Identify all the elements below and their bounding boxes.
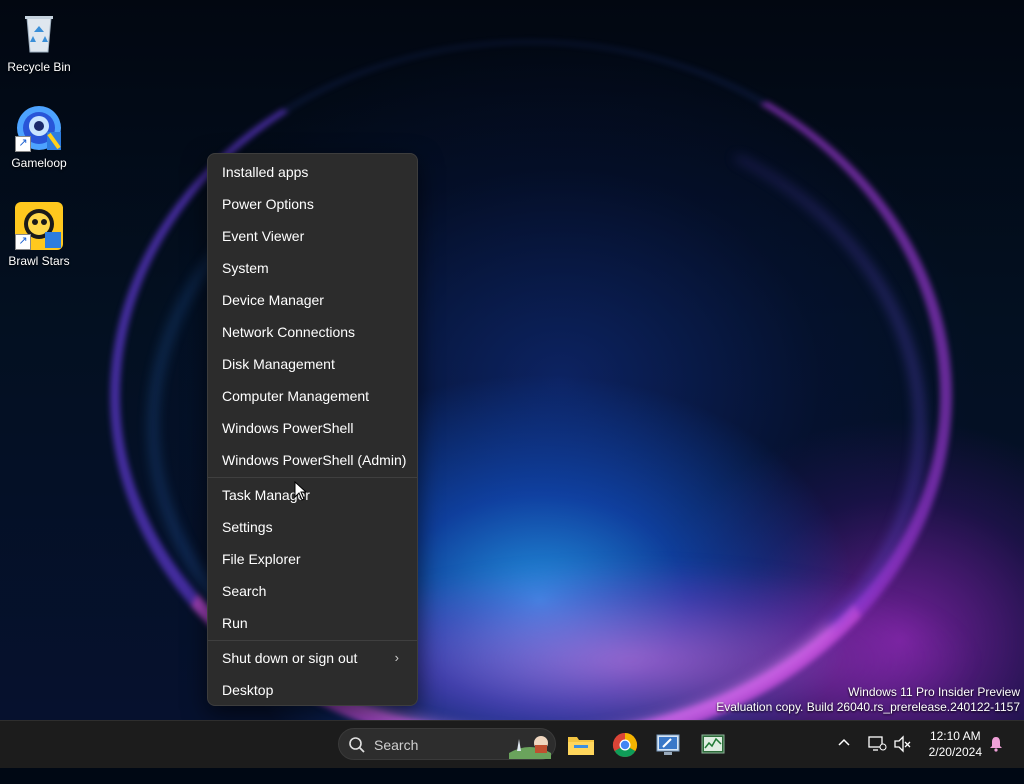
menu-item-run[interactable]: Run — [212, 608, 413, 638]
desktop-icon-label: Gameloop — [11, 156, 67, 170]
desktop-icon-brawl-stars[interactable]: ↗ Brawl Stars — [0, 202, 78, 268]
clock-date: 2/20/2024 — [928, 745, 982, 759]
desktop-icon-gameloop[interactable]: ↗ Gameloop — [0, 104, 78, 170]
chevron-up-icon — [838, 738, 850, 746]
search-icon — [349, 737, 365, 753]
file-explorer-button[interactable] — [565, 729, 597, 761]
task-manager-button[interactable] — [697, 729, 729, 761]
search-placeholder: Search — [374, 737, 419, 753]
menu-item-event-viewer[interactable]: Event Viewer — [212, 221, 413, 251]
taskbar-clock[interactable]: 12:10 AM 2/20/2024 — [929, 728, 982, 760]
file-explorer-icon — [568, 737, 594, 755]
gameloop-icon: ↗ — [15, 104, 63, 152]
search-highlight-icon — [509, 736, 551, 759]
menu-item-file-explorer[interactable]: File Explorer — [212, 544, 413, 574]
menu-item-windows-powershell-admin[interactable]: Windows PowerShell (Admin) — [212, 445, 413, 475]
menu-separator — [208, 640, 417, 641]
desktop-wallpaper — [0, 0, 1024, 720]
watermark-edition: Windows 11 Pro Insider Preview — [848, 685, 1020, 699]
taskbar-search-box[interactable]: Search — [338, 728, 556, 760]
menu-item-disk-management[interactable]: Disk Management — [212, 349, 413, 379]
menu-item-network-connections[interactable]: Network Connections — [212, 317, 413, 347]
menu-item-label: Shut down or sign out — [222, 650, 358, 666]
watermark-build: Evaluation copy. Build 26040.rs_prerelea… — [716, 700, 1020, 714]
menu-item-computer-management[interactable]: Computer Management — [212, 381, 413, 411]
shortcut-arrow-icon: ↗ — [15, 234, 31, 250]
recycle-bin-icon — [15, 8, 63, 56]
remote-desktop-button[interactable] — [652, 729, 684, 761]
menu-item-settings[interactable]: Settings — [212, 512, 413, 542]
menu-item-search[interactable]: Search — [212, 576, 413, 606]
brawl-stars-icon: ↗ — [15, 202, 63, 250]
chrome-button[interactable] — [609, 729, 641, 761]
build-watermark: Windows 11 Pro Insider Preview Evaluatio… — [716, 685, 1020, 715]
network-status-button[interactable] — [867, 735, 887, 783]
quick-link-context-menu: Installed apps Power Options Event Viewe… — [207, 153, 418, 706]
desktop-icon-label: Recycle Bin — [7, 60, 71, 74]
clock-time: 12:10 AM — [929, 729, 981, 743]
menu-item-windows-powershell[interactable]: Windows PowerShell — [212, 413, 413, 443]
show-hidden-icons-button[interactable] — [836, 735, 852, 783]
network-disconnected-icon — [868, 736, 887, 751]
remote-desktop-icon — [656, 734, 680, 755]
notifications-button[interactable] — [988, 736, 1004, 784]
menu-item-system[interactable]: System — [212, 253, 413, 283]
notification-bell-icon — [990, 737, 1002, 752]
menu-item-shut-down-or-sign-out[interactable]: Shut down or sign out › — [212, 643, 413, 673]
menu-item-task-manager[interactable]: Task Manager — [212, 480, 413, 510]
volume-button[interactable] — [893, 735, 913, 783]
chrome-icon — [612, 733, 638, 758]
menu-item-installed-apps[interactable]: Installed apps — [212, 157, 413, 187]
menu-separator — [208, 477, 417, 478]
shortcut-arrow-icon: ↗ — [15, 136, 31, 152]
menu-item-device-manager[interactable]: Device Manager — [212, 285, 413, 315]
volume-muted-icon — [894, 735, 911, 753]
desktop-icon-recycle-bin[interactable]: Recycle Bin — [0, 8, 78, 74]
task-manager-icon — [701, 734, 725, 754]
menu-item-power-options[interactable]: Power Options — [212, 189, 413, 219]
mouse-pointer-icon — [294, 480, 308, 506]
chevron-right-icon: › — [394, 650, 399, 665]
taskbar: Search 12:10 AM 2/20/2024 — [0, 720, 1024, 768]
menu-item-desktop[interactable]: Desktop — [212, 675, 413, 705]
desktop-icon-label: Brawl Stars — [8, 254, 70, 268]
